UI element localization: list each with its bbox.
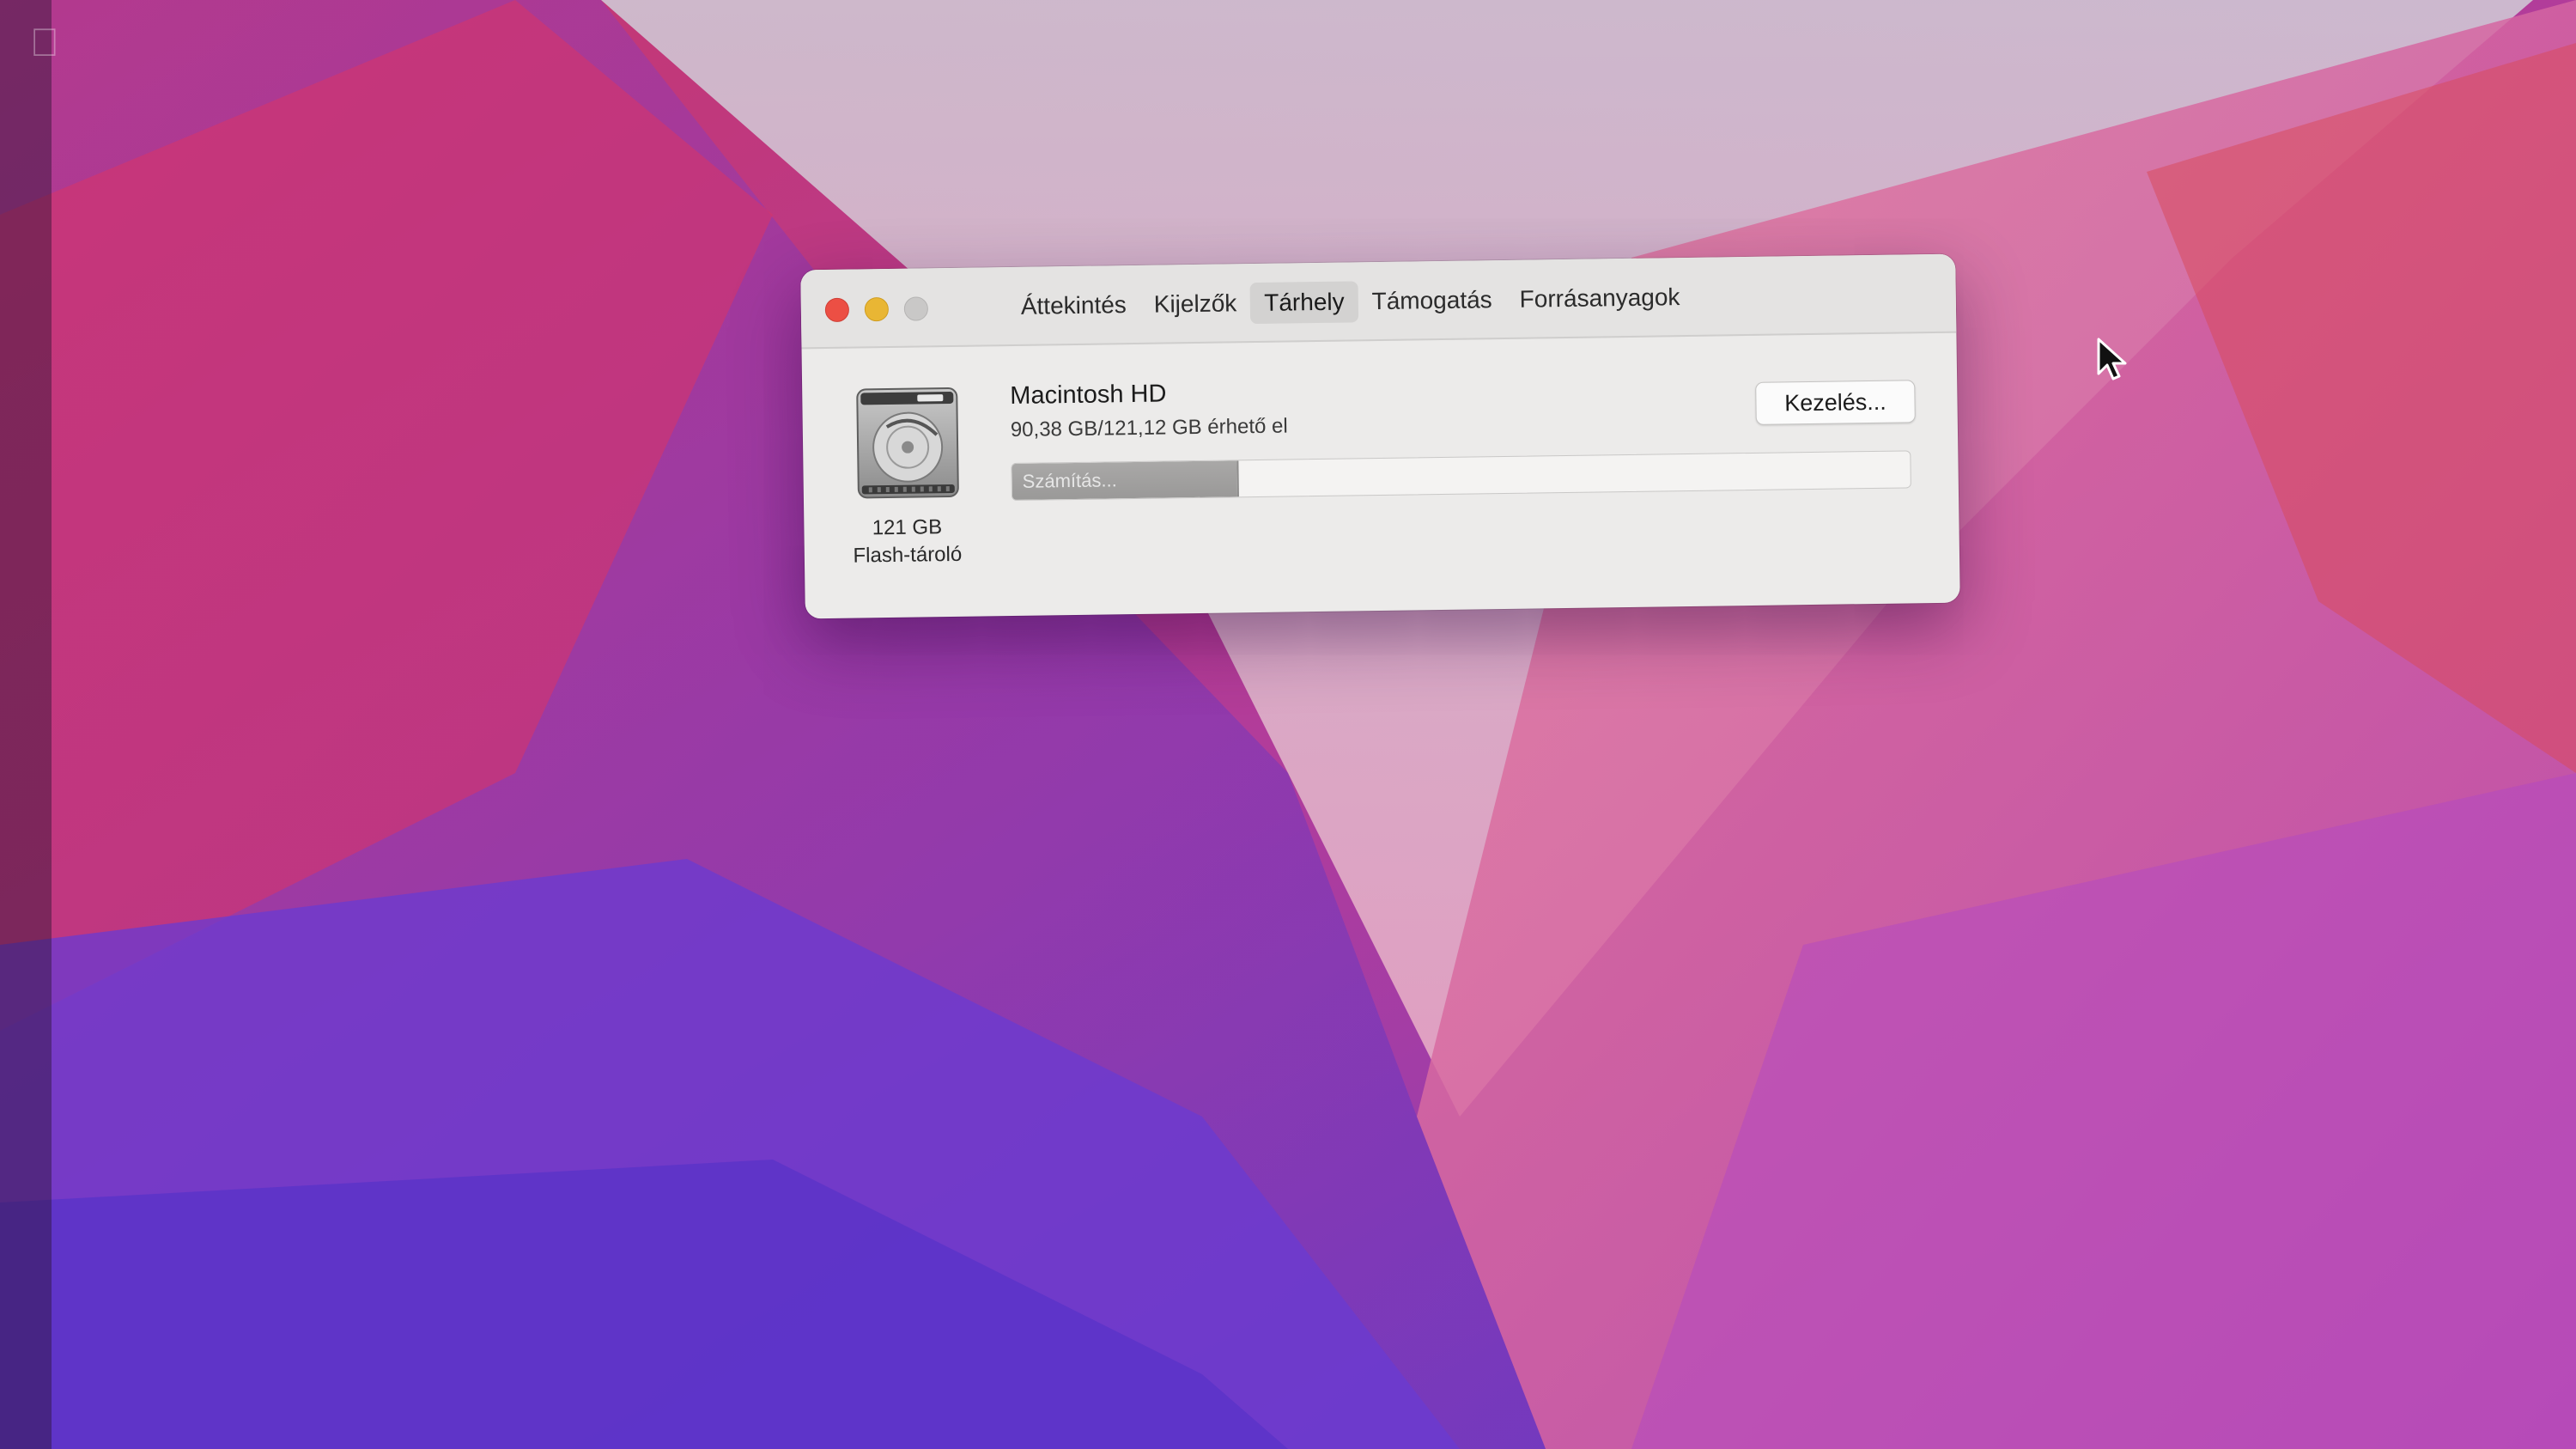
calculating-label: Számítás...: [1022, 469, 1117, 492]
tab-displays[interactable]: Kijelzők: [1139, 283, 1250, 326]
zoom-button: [903, 296, 929, 321]
volume-availability: 90,38 GB/121,12 GB érhető el: [1010, 414, 1288, 442]
storage-pane: 121 GB Flash-tároló Macintosh HD 90,38 G…: [802, 333, 1960, 619]
volume-name: Macintosh HD: [1010, 380, 1167, 411]
apple-logo-icon: : [19, 12, 70, 72]
tab-bar: Áttekintés Kijelzők Tárhely Támogatás Fo…: [1007, 277, 1694, 327]
tab-storage[interactable]: Tárhely: [1249, 281, 1358, 325]
mouse-pointer-icon: [2097, 338, 2127, 381]
tab-resources[interactable]: Forrásanyagok: [1505, 277, 1693, 320]
disk-capacity: 121 GB: [872, 515, 943, 540]
tab-support[interactable]: Támogatás: [1358, 279, 1506, 322]
close-button[interactable]: [824, 297, 850, 323]
storage-usage-bar: Számítás...: [1011, 450, 1911, 502]
minimize-button[interactable]: [864, 296, 890, 322]
manage-button[interactable]: Kezelés...: [1755, 380, 1916, 425]
tab-overview[interactable]: Áttekintés: [1007, 284, 1141, 327]
desktop-wallpaper: [0, 0, 2576, 1449]
disk-type: Flash-tároló: [853, 542, 963, 568]
about-this-mac-window: Áttekintés Kijelzők Tárhely Támogatás Fo…: [800, 253, 1960, 619]
internal-disk-icon: [856, 387, 959, 499]
